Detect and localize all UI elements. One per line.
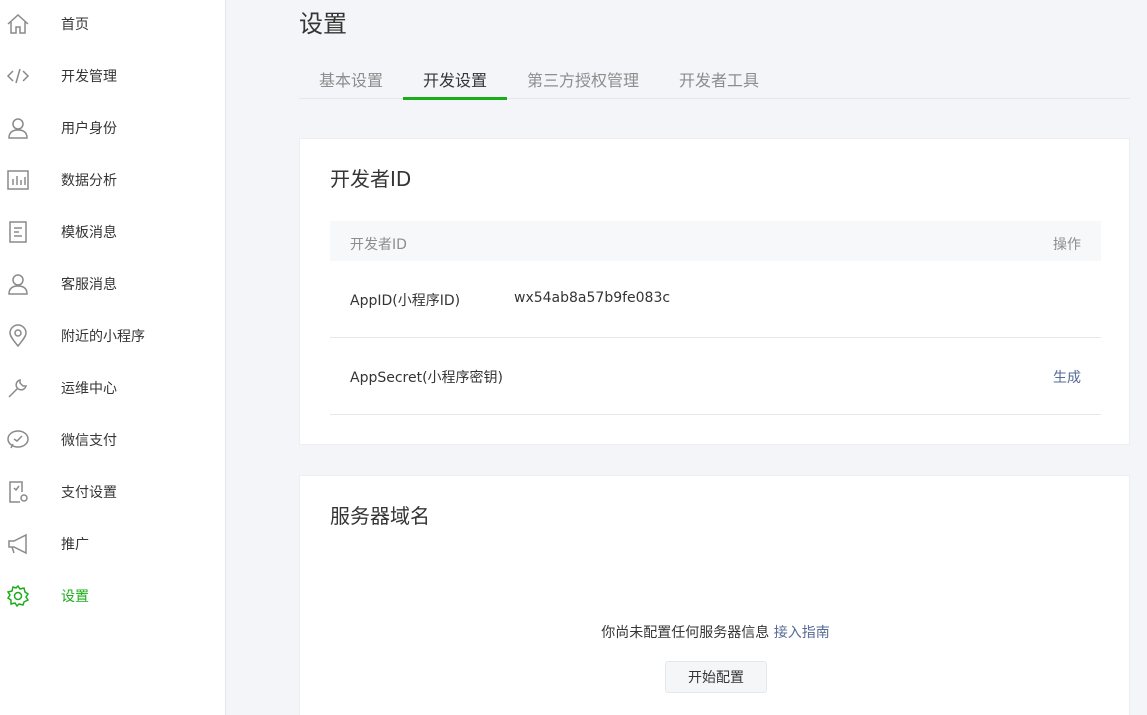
tab-basic-settings[interactable]: 基本设置 [319, 67, 383, 91]
gear-icon [6, 584, 30, 608]
empty-state-text: 你尚未配置任何服务器信息 [601, 625, 770, 641]
server-domain-card: 服务器域名 你尚未配置任何服务器信息 接入指南 开始配置 [299, 475, 1130, 715]
row-name: AppSecret(小程序密钥) [350, 370, 504, 386]
payment-settings-icon [6, 480, 30, 504]
table-row-appsecret: AppSecret(小程序密钥) 生成 [330, 338, 1101, 415]
sidebar-item-label: 开发管理 [61, 69, 117, 85]
sidebar-item-home[interactable]: 首页 [0, 3, 225, 43]
sidebar-item-label: 微信支付 [61, 433, 117, 449]
user-icon [6, 116, 30, 140]
row-name: AppID(小程序ID) [350, 293, 461, 309]
code-icon [6, 64, 30, 88]
active-tab-indicator [403, 97, 507, 100]
sidebar-item-label: 客服消息 [61, 277, 117, 293]
sidebar-item-label: 附近的小程序 [61, 329, 145, 345]
appid-value: wx54ab8a57b9fe083c [514, 290, 671, 306]
sidebar-item-wechat-pay[interactable]: 微信支付 [0, 419, 225, 459]
sidebar-item-user-identity[interactable]: 用户身份 [0, 107, 225, 147]
sidebar-item-settings[interactable]: 设置 [0, 575, 225, 615]
megaphone-icon [6, 532, 30, 556]
location-pin-icon [6, 324, 30, 348]
sidebar-item-data-analysis[interactable]: 数据分析 [0, 159, 225, 199]
page-title: 设置 [299, 10, 347, 38]
developer-id-card: 开发者ID 开发者ID 操作 AppID(小程序ID) wx54ab8a57b9… [299, 138, 1130, 445]
sidebar-item-promotion[interactable]: 推广 [0, 523, 225, 563]
start-config-button[interactable]: 开始配置 [665, 661, 767, 693]
table-row-appid: AppID(小程序ID) wx54ab8a57b9fe083c [330, 261, 1101, 338]
sidebar-item-label: 数据分析 [61, 173, 117, 189]
customer-service-icon [6, 272, 30, 296]
empty-state-message: 你尚未配置任何服务器信息 接入指南 [300, 622, 1131, 642]
sidebar-item-customer-service[interactable]: 客服消息 [0, 263, 225, 303]
card-title: 服务器域名 [330, 504, 430, 528]
wechat-pay-icon [6, 428, 30, 452]
chart-icon [6, 168, 30, 192]
sidebar-item-nearby-miniprogram[interactable]: 附近的小程序 [0, 315, 225, 355]
column-header-action: 操作 [1053, 237, 1081, 253]
column-header-id: 开发者ID [350, 237, 407, 253]
card-title: 开发者ID [330, 167, 412, 191]
sidebar-item-label: 首页 [61, 17, 89, 33]
sidebar-item-dev-management[interactable]: 开发管理 [0, 55, 225, 95]
sidebar-item-label: 模板消息 [61, 225, 117, 241]
sidebar-item-label: 设置 [61, 589, 89, 605]
sidebar-item-template-message[interactable]: 模板消息 [0, 211, 225, 251]
access-guide-link[interactable]: 接入指南 [774, 625, 830, 641]
sidebar-item-label: 支付设置 [61, 485, 117, 501]
tab-dev-tools[interactable]: 开发者工具 [679, 67, 759, 91]
wrench-icon [6, 376, 30, 400]
sidebar: 首页 开发管理 用户身份 数据分析 模板消息 客服消息 附近的小程序 运维中心 … [0, 0, 226, 715]
table-header: 开发者ID 操作 [330, 221, 1101, 261]
tab-bar: 基本设置 开发设置 第三方授权管理 开发者工具 [299, 56, 1130, 100]
sidebar-item-operations-center[interactable]: 运维中心 [0, 367, 225, 407]
generate-secret-link[interactable]: 生成 [1053, 367, 1081, 387]
sidebar-item-label: 用户身份 [61, 121, 117, 137]
sidebar-item-payment-settings[interactable]: 支付设置 [0, 471, 225, 511]
sidebar-item-label: 运维中心 [61, 381, 117, 397]
tab-dev-settings[interactable]: 开发设置 [423, 67, 487, 91]
tab-third-party-auth[interactable]: 第三方授权管理 [527, 67, 639, 91]
sidebar-item-label: 推广 [61, 537, 89, 553]
home-icon [6, 12, 30, 36]
template-icon [6, 220, 30, 244]
